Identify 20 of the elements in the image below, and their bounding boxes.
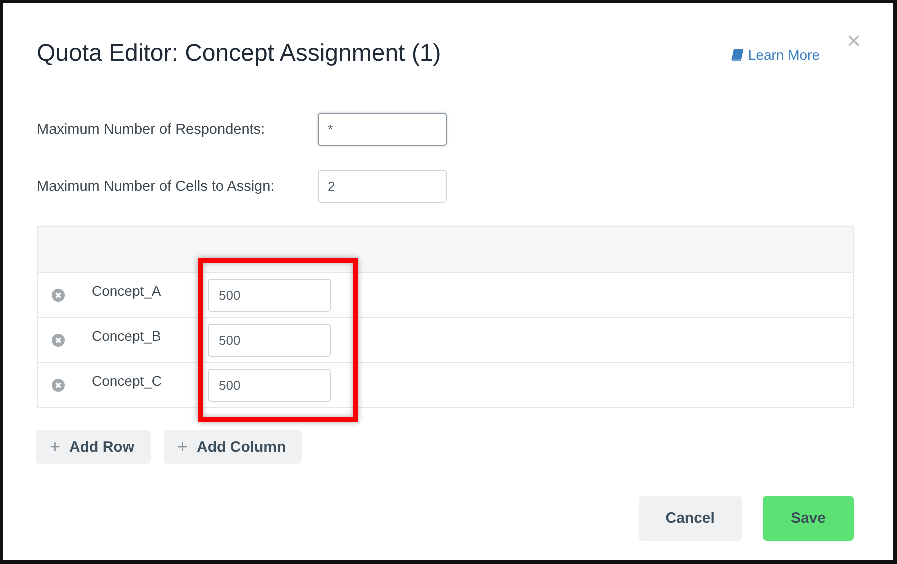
save-button[interactable]: Save <box>762 496 854 541</box>
field-label: Maximum Number of Cells to Assign: <box>37 178 276 194</box>
learn-more-link[interactable]: Learn More <box>731 47 820 63</box>
remove-icon[interactable] <box>52 334 65 346</box>
quota-input[interactable]: 500 <box>208 368 331 402</box>
quota-input[interactable]: 500 <box>208 324 331 356</box>
row-label: Concept_C <box>92 373 164 389</box>
number-field[interactable]: * <box>318 113 447 146</box>
number-field[interactable]: 2 <box>318 170 447 203</box>
field-label: Maximum Number of Respondents: <box>37 122 266 138</box>
remove-icon[interactable] <box>52 378 65 392</box>
book-icon <box>731 49 744 61</box>
dialog-title: Quota Editor: Concept Assignment (1) <box>37 40 442 68</box>
add-button[interactable]: + Add Column <box>164 430 302 464</box>
cancel-button[interactable]: Cancel <box>638 496 742 541</box>
add-button[interactable]: + Add Row <box>36 430 151 464</box>
remove-icon[interactable] <box>52 288 65 302</box>
row-label: Concept_B <box>92 328 162 344</box>
row-label: Concept_A <box>92 283 162 299</box>
quota-input[interactable]: 500 <box>208 278 331 312</box>
